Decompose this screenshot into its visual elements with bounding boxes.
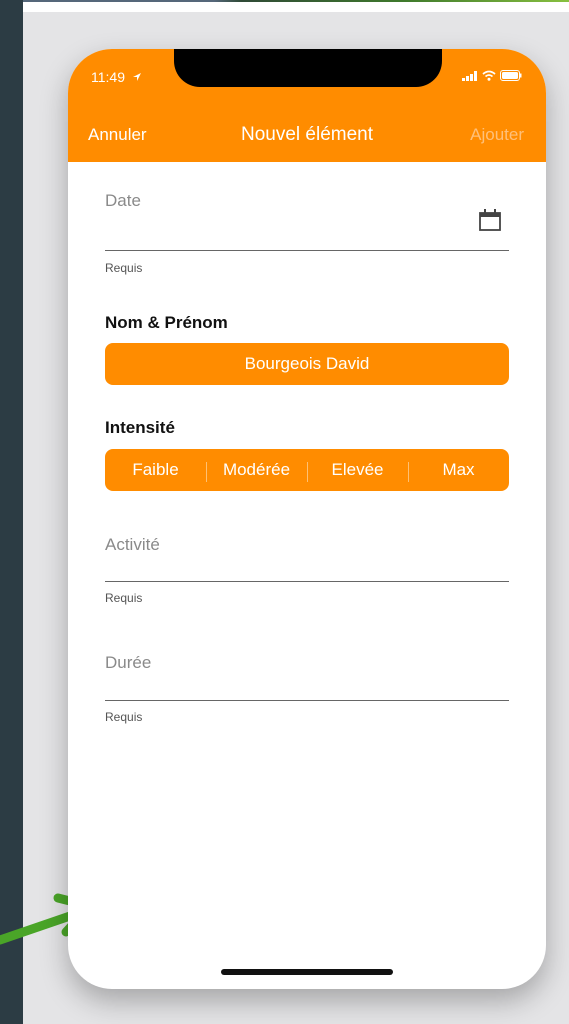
activity-field[interactable]: [105, 581, 509, 582]
location-arrow-icon: [132, 73, 141, 81]
calendar-icon[interactable]: [478, 208, 502, 232]
name-select-button[interactable]: Bourgeois David: [105, 343, 509, 385]
navigation-header: 11:49 Annuler Nouvel élément Ajouter: [68, 49, 546, 162]
phone-notch: [174, 49, 442, 87]
duration-field-hint: Requis: [105, 710, 143, 724]
date-field-hint: Requis: [105, 261, 143, 275]
wifi-icon: [482, 70, 496, 81]
backdrop-accent-line: [23, 0, 569, 2]
add-button[interactable]: Ajouter: [470, 125, 524, 145]
status-time: 11:49: [91, 69, 142, 85]
intensity-option-faible[interactable]: Faible: [105, 460, 206, 480]
phone-screen: 11:49 Annuler Nouvel élément Ajouter Dat…: [68, 49, 546, 989]
date-field[interactable]: [105, 250, 509, 251]
activity-field-label: Activité: [105, 535, 160, 554]
name-section-title: Nom & Prénom: [105, 313, 228, 332]
home-indicator[interactable]: [221, 969, 393, 975]
battery-icon: [500, 70, 522, 81]
backdrop-panel: [0, 0, 23, 1024]
backdrop-top-strip: [23, 0, 569, 12]
status-icons: [462, 70, 522, 81]
intensity-option-max[interactable]: Max: [408, 460, 509, 482]
duration-field[interactable]: [105, 700, 509, 701]
name-select-value: Bourgeois David: [244, 354, 370, 373]
intensity-segmented-control: Faible Modérée Elevée Max: [105, 449, 509, 491]
date-field-label: Date: [105, 191, 141, 210]
signal-icon: [462, 70, 477, 81]
intensity-section-title: Intensité: [105, 418, 175, 437]
activity-field-hint: Requis: [105, 591, 143, 605]
status-time-text: 11:49: [91, 69, 125, 85]
intensity-option-moderee[interactable]: Modérée: [206, 460, 307, 482]
duration-field-label: Durée: [105, 653, 152, 672]
intensity-option-elevee[interactable]: Elevée: [307, 460, 408, 482]
